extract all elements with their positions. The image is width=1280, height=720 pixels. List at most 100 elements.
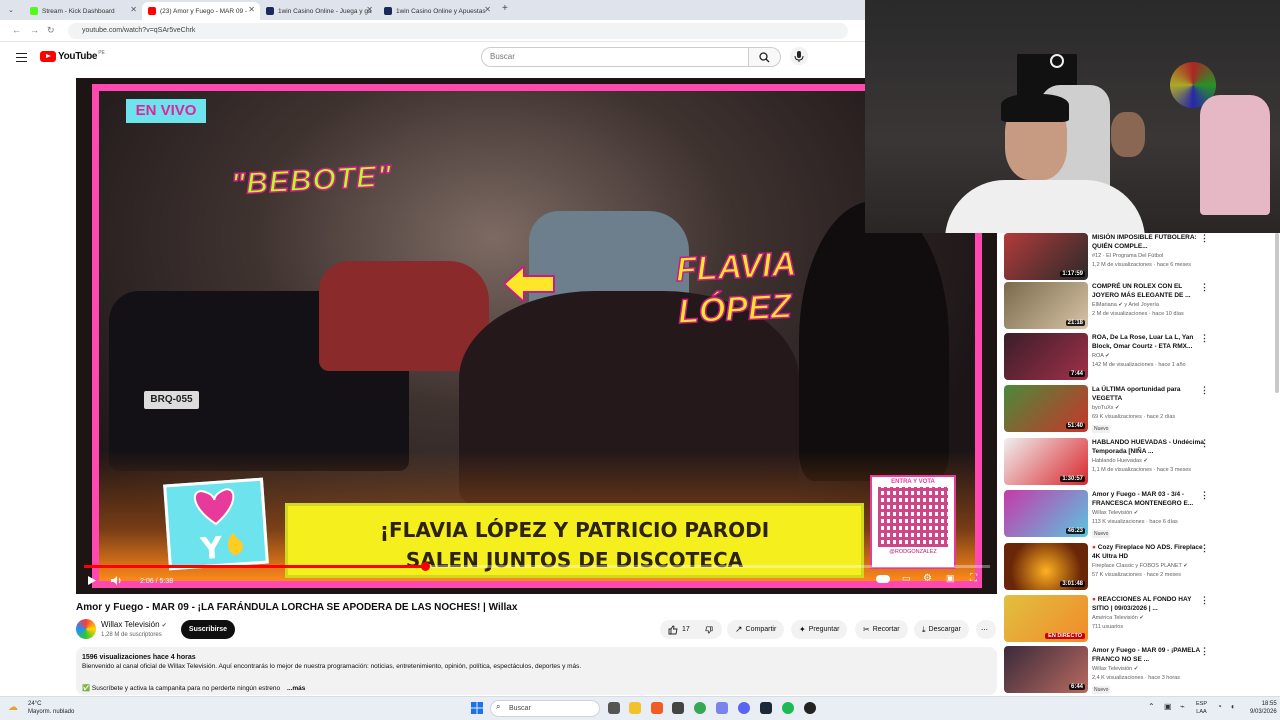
wifi-icon[interactable]: ◔ — [1217, 702, 1222, 711]
fullscreen-icon[interactable]: ⛶ — [970, 573, 977, 584]
channel-name[interactable]: Willax Televisión ✔ — [101, 620, 167, 629]
tab-label: 1win Casino Online - Juega y ga — [278, 7, 372, 15]
show-more-link[interactable]: ...más — [287, 685, 305, 692]
sidebar-scrollbar[interactable] — [1275, 233, 1279, 393]
subscribe-button[interactable]: Suscribirse — [181, 620, 235, 639]
back-arrow-icon[interactable]: ← — [12, 25, 21, 35]
thumbs-up-icon — [668, 625, 678, 634]
rec-title: ● Cozy Fireplace NO ADS. Fireplace 4K Ul… — [1092, 543, 1207, 561]
like-button[interactable]: 17 — [660, 620, 700, 639]
tray-usb-icon[interactable]: ⌁ — [1180, 702, 1185, 711]
forward-arrow-icon[interactable]: → — [30, 25, 39, 35]
subscriber-count: 1,28 M de suscriptores — [101, 632, 162, 638]
tab-youtube-video[interactable]: (23) Amor y Fuego - MAR 09 - ✕ — [142, 2, 260, 20]
video-progress-bar[interactable] — [84, 562, 990, 571]
discord-icon[interactable] — [738, 702, 750, 714]
subtitles-icon[interactable]: ▭ — [902, 573, 911, 584]
rec-channel: byoTuXx ✔ — [1092, 405, 1120, 411]
verified-check-icon: ✔ — [161, 623, 167, 629]
recommendation-item[interactable]: 6:44 Amor y Fuego - MAR 09 - ¡PAMELA FRA… — [1004, 646, 1279, 696]
taskbar-search[interactable]: Buscar — [490, 700, 600, 717]
recommendation-item[interactable]: EN DIRECTO ● REACCIONES AL FONDO HAY SIT… — [1004, 595, 1279, 645]
new-badge: Nuevo — [1092, 530, 1111, 538]
clip-button[interactable]: ✂ Recortar — [855, 620, 908, 639]
rec-menu-icon[interactable]: ⋮ — [1200, 490, 1209, 501]
video-timecode: 2:06 / 5:38 — [140, 578, 174, 585]
recommendation-item[interactable]: 1:17:59 MISIÓN IMPOSIBLE FUTBOLERA: QUIÉ… — [1004, 233, 1279, 283]
download-button[interactable]: ⤓ Descargar — [914, 620, 969, 639]
rec-menu-icon[interactable]: ⋮ — [1200, 282, 1209, 293]
dislike-button[interactable] — [700, 620, 722, 639]
svg-text:Y: Y — [199, 531, 225, 568]
windows-start-icon[interactable] — [471, 702, 483, 714]
lang-line1: ESP — [1196, 701, 1208, 707]
youtube-logo[interactable]: YouTube PE — [40, 50, 105, 62]
autoplay-toggle[interactable] — [876, 575, 890, 583]
recommendation-item[interactable]: 51:40 La ÚLTIMA oportunidad para VEGETTA… — [1004, 385, 1279, 435]
weather-widget[interactable]: 24°C Mayorm. nublado — [28, 700, 74, 716]
obs-icon[interactable] — [804, 702, 816, 714]
url-field[interactable]: youtube.com/watch?v=qSAr5veChrk — [68, 23, 848, 39]
description-box[interactable]: 1596 visualizaciones hace 4 horas Bienve… — [76, 647, 997, 695]
language-indicator[interactable]: ESP LAA — [1196, 700, 1207, 716]
tray-chevron-icon[interactable]: ⌃ — [1148, 702, 1155, 711]
close-tab-icon[interactable]: ✕ — [366, 5, 373, 14]
rec-channel: ElMariana ✔ y Ariel Joyería — [1092, 302, 1159, 308]
tray-app-icon[interactable]: ▣ — [1164, 702, 1172, 711]
tab-1win-casino-1[interactable]: 1win Casino Online - Juega y ga ✕ — [260, 2, 378, 20]
rec-menu-icon[interactable]: ⋮ — [1200, 233, 1209, 244]
rec-menu-icon[interactable]: ⋮ — [1200, 385, 1209, 396]
rec-menu-icon[interactable]: ⋮ — [1200, 646, 1209, 657]
taskbar-search-text: Buscar — [509, 705, 531, 712]
play-icon[interactable] — [86, 575, 97, 586]
search-input[interactable]: Buscar — [481, 47, 749, 67]
progress-scrubber-handle[interactable] — [420, 562, 430, 571]
download-label: Descargar — [928, 626, 961, 633]
view-stats: 1596 visualizaciones hace 4 horas — [82, 654, 196, 661]
new-tab-button[interactable]: + — [502, 3, 508, 14]
description-line2: ✅ Suscríbete y activa la campanita para … — [82, 684, 305, 692]
share-button[interactable]: ↗ Compartir — [727, 620, 785, 639]
video-thumbnail: EN DIRECTO — [1004, 595, 1088, 642]
volume-icon[interactable] — [110, 575, 122, 586]
windows-taskbar: ☁ 24°C Mayorm. nublado Buscar ⌕ ⌃ ▣ ⌁ ES… — [0, 696, 1280, 720]
file-explorer-icon[interactable] — [629, 702, 641, 714]
search-button[interactable] — [749, 47, 781, 67]
recommendation-item[interactable]: 21:18 COMPRÉ UN ROLEX CON EL JOYERO MÁS … — [1004, 282, 1279, 332]
more-actions-button[interactable]: ⋯ — [976, 620, 996, 639]
recommendation-item[interactable]: 1:30:57 HABLANDO HUEVADAS - Undécima Tem… — [1004, 438, 1279, 488]
teams-icon[interactable] — [716, 702, 728, 714]
close-tab-icon[interactable]: ✕ — [130, 5, 137, 14]
spotify-icon[interactable] — [782, 702, 794, 714]
recommendation-item[interactable]: 46:23 Amor y Fuego - MAR 03 - 3/4 - FRAN… — [1004, 490, 1279, 540]
tab-list-chevron-icon[interactable]: ⌄ — [8, 6, 14, 14]
close-tab-icon[interactable]: ✕ — [484, 5, 491, 14]
rec-menu-icon[interactable]: ⋮ — [1200, 543, 1209, 554]
steam-icon[interactable] — [760, 702, 772, 714]
menu-hamburger-icon[interactable] — [16, 53, 27, 62]
settings-gear-icon[interactable]: ⚙ — [923, 573, 932, 584]
recommendation-item[interactable]: 3:01:48 ● Cozy Fireplace NO ADS. Firepla… — [1004, 543, 1279, 593]
app-icon[interactable] — [672, 702, 684, 714]
taskbar-clock[interactable]: 18:55 9/03/2026 — [1250, 700, 1277, 716]
chrome-icon[interactable] — [694, 702, 706, 714]
close-tab-icon[interactable]: ✕ — [248, 5, 255, 14]
voice-search-button[interactable] — [790, 47, 808, 65]
recommendation-item[interactable]: 7:44 ROA, De La Rose, Luar La L, Yan Blo… — [1004, 333, 1279, 383]
search-icon — [759, 52, 770, 63]
rec-menu-icon[interactable]: ⋮ — [1200, 438, 1209, 449]
miniplayer-icon[interactable]: ▣ — [946, 573, 955, 584]
channel-avatar[interactable] — [76, 619, 96, 639]
rec-menu-icon[interactable]: ⋮ — [1200, 595, 1209, 606]
webcam-overlay — [865, 0, 1280, 233]
tab-kick-dashboard[interactable]: Stream - Kick Dashboard ✕ — [24, 2, 142, 20]
tab-1win-casino-2[interactable]: 1win Casino Online y Apuestas ✕ — [378, 2, 496, 20]
speaker-icon[interactable]: ◖ — [1230, 702, 1235, 711]
duration-badge: 51:40 — [1065, 423, 1085, 429]
ask-button[interactable]: ✦ Preguntar — [791, 620, 848, 639]
task-view-icon[interactable] — [608, 702, 620, 714]
weather-icon: ☁ — [8, 702, 18, 713]
rec-menu-icon[interactable]: ⋮ — [1200, 333, 1209, 344]
brave-browser-icon[interactable] — [651, 702, 663, 714]
reload-icon[interactable]: ↻ — [47, 25, 55, 36]
